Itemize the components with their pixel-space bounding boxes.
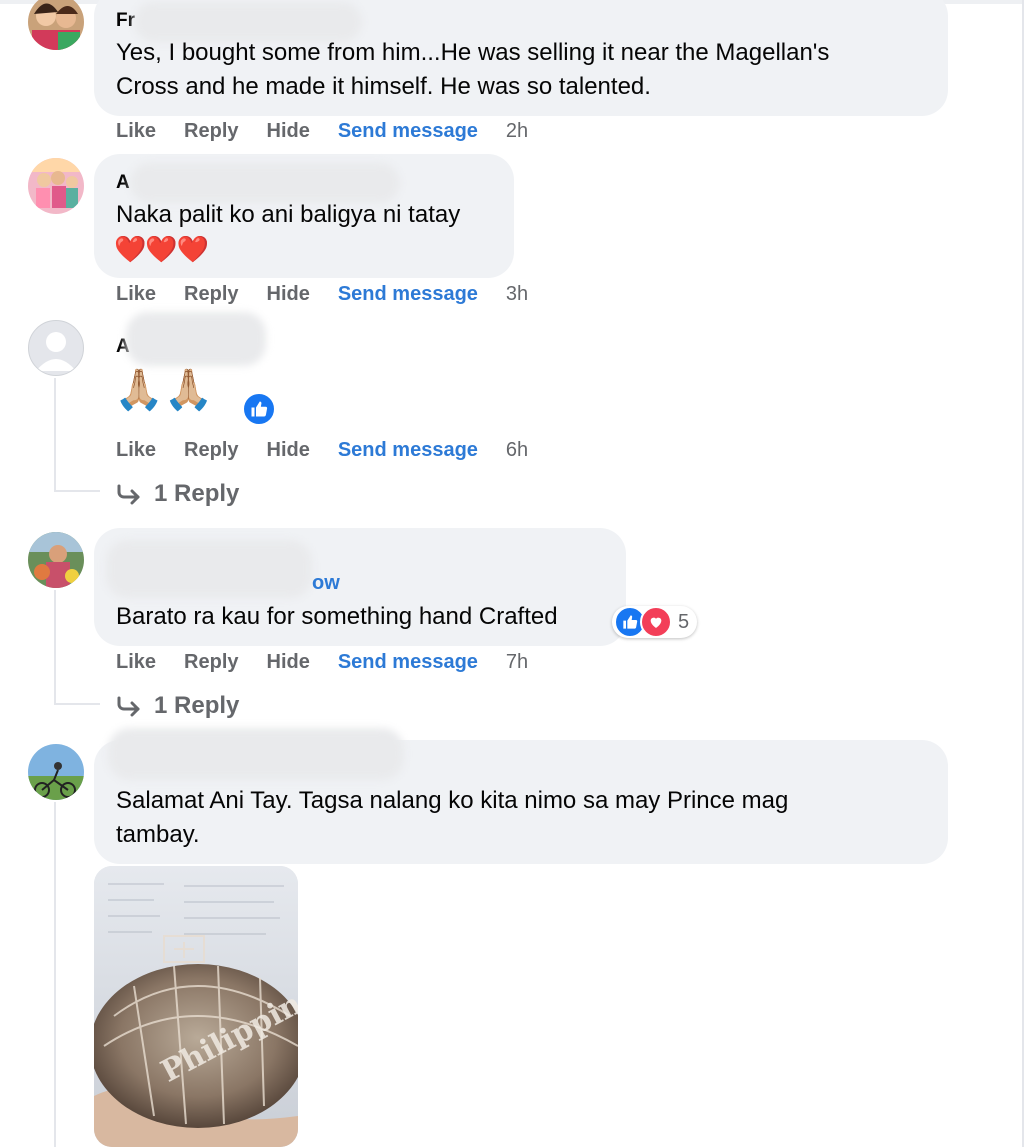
thumbs-up-icon: [251, 401, 268, 417]
comment-author[interactable]: A: [116, 172, 130, 194]
reactions-summary[interactable]: 5: [612, 606, 698, 638]
redacted-name: [108, 728, 404, 780]
timestamp[interactable]: 6h: [506, 439, 528, 462]
comment-actions: Like Reply Hide Send message 6h: [116, 439, 528, 462]
thumbs-up-icon: [623, 615, 638, 629]
send-message-button[interactable]: Send message: [338, 283, 478, 306]
comment-actions: Like Reply Hide Send message 3h: [116, 283, 528, 306]
comment-text-line: Yes, I bought some from him...He was sel…: [116, 39, 830, 66]
like-button[interactable]: Like: [116, 120, 156, 143]
reply-arrow-icon: [117, 696, 140, 717]
hide-button[interactable]: Hide: [267, 283, 310, 306]
view-replies-link[interactable]: 1 Reply: [116, 692, 239, 720]
comment-actions: Like Reply Hide Send message 7h: [116, 651, 528, 674]
author-badge-link[interactable]: ow: [312, 572, 340, 595]
comment-text-line: Naka palit ko ani baligya ni tatay: [116, 201, 461, 228]
thread-line: [54, 490, 100, 492]
comments-page: Fr Yes, I bought some from him...He was …: [0, 0, 1024, 1147]
user-silhouette-icon: [36, 332, 76, 371]
praying-hands-emojis: 🙏🏼🙏🏼: [114, 368, 214, 412]
hide-button[interactable]: Hide: [267, 439, 310, 462]
timestamp[interactable]: 3h: [506, 283, 528, 306]
thread-line: [54, 802, 56, 1147]
replies-count-label: 1 Reply: [154, 692, 240, 719]
comment-text-line: Barato ra kau for something hand Crafted: [116, 603, 558, 630]
replies-count-label: 1 Reply: [154, 480, 240, 507]
heart-emojis: ❤️❤️❤️: [114, 234, 209, 264]
like-button[interactable]: Like: [116, 439, 156, 462]
redacted-name: [106, 540, 312, 598]
thread-line: [54, 703, 100, 705]
avatar[interactable]: [28, 158, 84, 214]
reply-button[interactable]: Reply: [184, 439, 238, 462]
default-avatar[interactable]: [28, 320, 84, 376]
send-message-button[interactable]: Send message: [338, 120, 478, 143]
comment-author[interactable]: Fr: [116, 10, 135, 32]
send-message-button[interactable]: Send message: [338, 651, 478, 674]
hide-button[interactable]: Hide: [267, 651, 310, 674]
like-button[interactable]: Like: [116, 651, 156, 674]
avatar[interactable]: [28, 744, 84, 800]
thread-line: [54, 590, 56, 704]
reply-button[interactable]: Reply: [184, 283, 238, 306]
comment-photo[interactable]: Philippines: [94, 866, 298, 1147]
view-replies-link[interactable]: 1 Reply: [116, 480, 239, 508]
reaction-count: 5: [678, 610, 690, 633]
comment-text-line: Cross and he made it himself. He was so …: [116, 73, 651, 100]
avatar[interactable]: [28, 532, 84, 588]
send-message-button[interactable]: Send message: [338, 439, 478, 462]
reply-button[interactable]: Reply: [184, 651, 238, 674]
avatar[interactable]: [28, 0, 84, 50]
reply-arrow-icon: [117, 484, 140, 505]
love-reaction-icon: [640, 606, 672, 638]
comment-text-line: Salamat Ani Tay. Tagsa nalang ko kita ni…: [116, 787, 789, 814]
like-button[interactable]: Like: [116, 283, 156, 306]
redacted-name: [126, 312, 266, 366]
timestamp[interactable]: 7h: [506, 651, 528, 674]
thread-line: [54, 378, 56, 492]
timestamp[interactable]: 2h: [506, 120, 528, 143]
like-reaction-badge[interactable]: [242, 392, 276, 426]
hide-button[interactable]: Hide: [267, 120, 310, 143]
reply-button[interactable]: Reply: [184, 120, 238, 143]
comment-actions: Like Reply Hide Send message 2h: [116, 120, 528, 143]
comment-text-line: tambay.: [116, 821, 200, 848]
heart-icon: [650, 617, 662, 628]
redacted-name: [130, 163, 400, 203]
